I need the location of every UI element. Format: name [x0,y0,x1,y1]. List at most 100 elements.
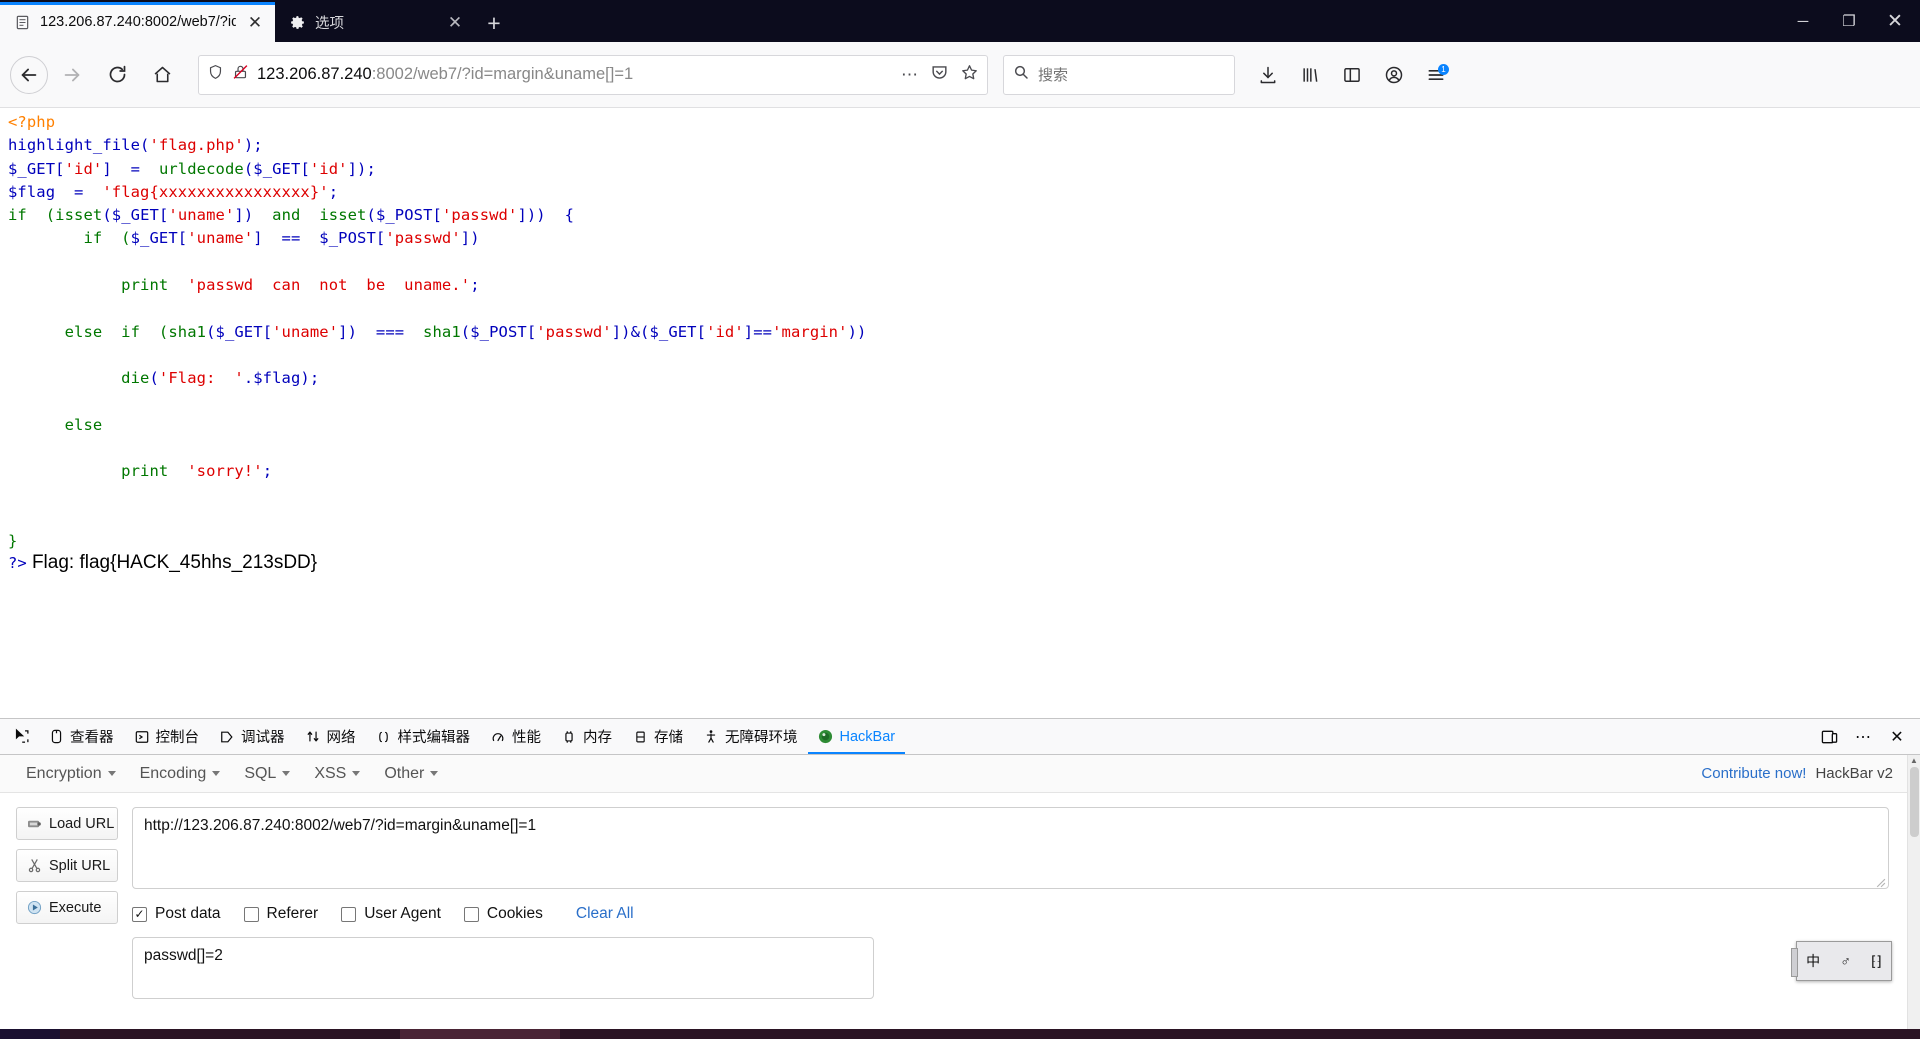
url-text[interactable]: 123.206.87.240:8002/web7/?id=margin&unam… [257,65,893,84]
maximize-button[interactable]: ❐ [1826,0,1872,42]
code-token: 'margin' [772,322,848,341]
devtools-tab-accessibility-label: 无障碍环境 [725,730,798,746]
code-token: ; [262,462,273,481]
code-token: 'id' [309,159,348,178]
referer-checkbox-box[interactable] [243,906,259,922]
devtools-tab-style-editor[interactable]: 样式编辑器 [366,719,481,754]
style-editor-icon [376,730,392,744]
checkbox-user-agent[interactable]: User Agent [341,905,453,923]
devtools-more-button[interactable]: ⋯ [1848,720,1878,754]
shield-icon[interactable] [207,63,224,86]
post-data-checkbox-box[interactable]: ✓ [132,906,147,922]
hackbar-menu-xss[interactable]: XSS [302,761,372,787]
hackbar-menu-encoding[interactable]: Encoding [128,761,233,787]
hackbar-menu-sql-label: SQL [244,764,277,782]
devtools-tab-memory[interactable]: 内存 [551,719,622,754]
hackbar-scrollbar[interactable]: ▲ ▼ [1907,755,1920,1039]
hackbar-panel: Encryption Encoding SQL XSS Other Contri… [0,755,1920,1039]
devtools-tab-console[interactable]: 控制台 [124,719,210,754]
code-token: [ [55,159,65,178]
devtools-tab-inspector[interactable]: 查看器 [38,719,124,754]
devtools-tab-list: 查看器 控制台 调试器 网络 样式编辑器 性能 内存 存储 无障碍环境 Hack… [38,719,1814,754]
flag-text: Flag: flag{HACK_45hhs_213sDD} [26,551,318,573]
hamburger-menu-icon[interactable]: 1 [1416,55,1456,95]
devtools-tab-hackbar[interactable]: HackBar [807,719,906,754]
forward-button[interactable] [51,54,93,96]
cookies-checkbox-box[interactable] [463,906,479,922]
code-token: [ [177,229,188,248]
download-icon[interactable] [1248,55,1288,95]
browser-titlebar: 123.206.87.240:8002/web7/?id= ✕ 选项 ✕ + ─… [0,0,1920,42]
contribute-link[interactable]: Contribute now! [1701,765,1806,782]
load-url-button[interactable]: Load URL [16,807,118,840]
code-token: 'passwd can not be uname.' [187,276,471,295]
code-token: ( [206,322,216,341]
code-token: ])) { [517,206,575,225]
code-token: $_GET [8,159,56,178]
split-url-button[interactable]: Split URL [16,849,118,882]
taskbar-segment-1 [0,1029,60,1039]
browser-tab-2[interactable]: 选项 ✕ [275,2,475,42]
browser-tab-1[interactable]: 123.206.87.240:8002/web7/?id= ✕ [0,2,275,42]
devtools-tab-storage[interactable]: 存储 [622,719,693,754]
devtools-close-button[interactable]: ✕ [1882,720,1912,754]
scrollbar-thumb[interactable] [1909,767,1919,837]
page-content: <?php highlight_file('flag.php'); $_GET[… [0,109,1920,725]
ime-language-indicator[interactable]: 中 [1806,951,1820,971]
devtools-tab-performance[interactable]: 性能 [480,719,551,754]
sidebar-icon[interactable] [1332,55,1372,95]
devtools-tab-debugger[interactable]: 调试器 [209,719,295,754]
page-actions-icon[interactable]: ⋯ [901,65,919,85]
ime-mode-indicator[interactable]: ♂ [1840,953,1851,969]
clear-all-button[interactable]: Clear All [576,905,634,923]
checkbox-referer[interactable]: Referer [243,905,331,923]
broken-lock-icon[interactable] [232,63,249,86]
url-bar[interactable]: 123.206.87.240:8002/web7/?id=margin&unam… [198,54,988,95]
search-bar[interactable]: 搜索 [1003,54,1235,95]
window-close-button[interactable]: ✕ [1872,0,1918,42]
devtools-tab-performance-label: 性能 [512,730,541,746]
browser-tab-1-close-icon[interactable]: ✕ [245,12,265,32]
search-input[interactable]: 搜索 [1038,64,1068,85]
scroll-up-arrow-icon[interactable]: ▲ [1910,756,1918,765]
back-button[interactable] [10,55,48,94]
accessibility-icon [703,729,719,744]
star-icon[interactable] [960,63,979,87]
ime-punctuation-indicator[interactable]: ⁅⁆ [1871,953,1882,970]
code-token: ( [366,206,376,225]
checkbox-cookies[interactable]: Cookies [463,905,555,923]
browser-tab-2-close-icon[interactable]: ✕ [445,12,465,32]
code-token: ])&( [611,322,650,341]
devtools-tab-accessibility[interactable]: 无障碍环境 [693,719,808,754]
pocket-icon[interactable] [930,63,949,87]
element-picker-icon[interactable] [4,719,38,754]
code-token: and [272,206,301,225]
code-token: isset [55,206,103,225]
reload-button[interactable] [96,54,138,96]
checkbox-post-data[interactable]: ✓ Post data [132,905,233,923]
performance-icon [490,730,506,744]
split-url-button-label: Split URL [49,857,111,874]
minimize-button[interactable]: ─ [1780,0,1826,42]
resize-grip-icon[interactable] [1875,875,1886,888]
hackbar-post-data-input[interactable]: passwd[]=2 [132,937,874,999]
home-button[interactable] [141,54,183,96]
execute-button[interactable]: Execute [16,891,118,924]
php-source-listing: <?php highlight_file('flag.php'); $_GET[… [8,111,1912,554]
user-agent-checkbox-box[interactable] [341,906,357,922]
hackbar-menu-encryption[interactable]: Encryption [14,761,128,787]
code-token: print [8,462,188,481]
new-tab-button[interactable]: + [475,4,513,42]
dock-layout-icon[interactable] [1814,720,1844,754]
code-token: [ [375,229,386,248]
hackbar-menu-sql[interactable]: SQL [232,761,302,787]
ime-status-widget[interactable]: 中 ♂ ⁅⁆ [1791,941,1892,981]
code-token: $flag = [8,182,103,201]
code-token: $_GET [111,206,159,225]
library-icon[interactable] [1290,55,1330,95]
hackbar-menu-other[interactable]: Other [372,761,450,787]
account-icon[interactable] [1374,55,1414,95]
devtools-tab-network[interactable]: 网络 [295,719,366,754]
hackbar-url-input[interactable]: http://123.206.87.240:8002/web7/?id=marg… [132,807,1889,889]
code-token: highlight_file [8,136,141,155]
